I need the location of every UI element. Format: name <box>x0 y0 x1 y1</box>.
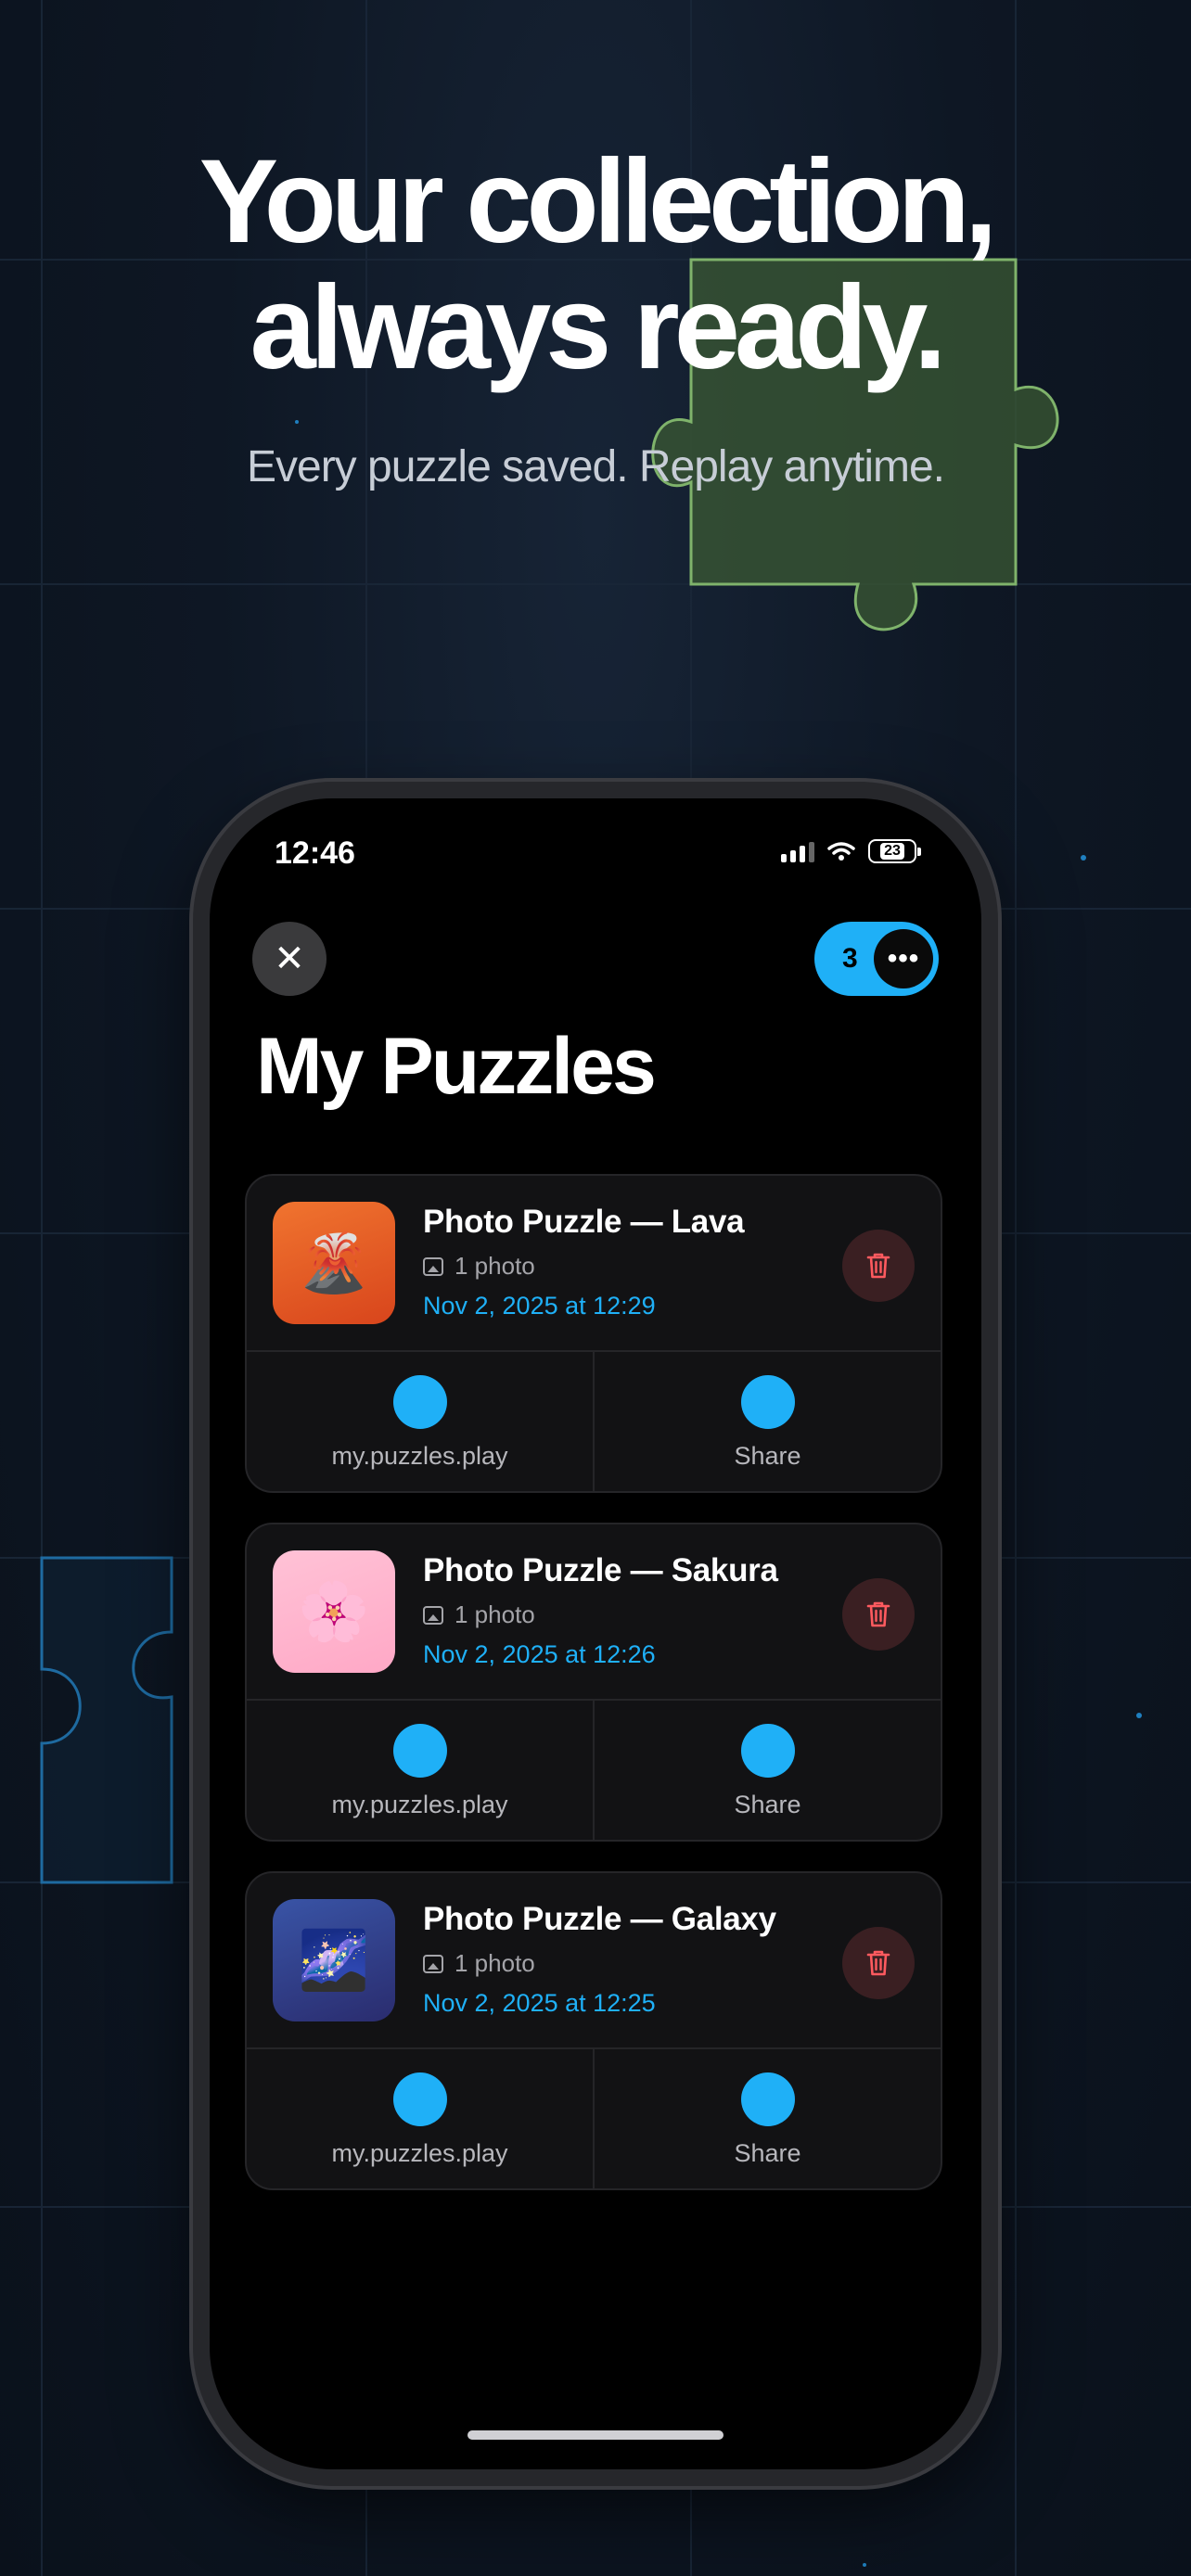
puzzle-actions: my.puzzles.play Share <box>247 1701 941 1840</box>
puzzle-title: Photo Puzzle — Lava <box>423 1204 745 1240</box>
trash-icon <box>866 1601 890 1627</box>
photo-icon <box>423 1256 443 1276</box>
puzzle-thumbnail: 🌋 <box>273 1202 395 1324</box>
puzzle-meta: 1 photo <box>423 1600 778 1629</box>
delete-button[interactable] <box>842 1578 915 1651</box>
puzzle-card-lava: 🌋 Photo Puzzle — Lava 1 photo Nov 2, 202… <box>245 1174 942 1493</box>
share-button[interactable]: Share <box>593 1352 941 1491</box>
galaxy-icon: 🌌 <box>298 1928 370 1993</box>
photo-count: 1 photo <box>455 1600 535 1628</box>
phone-screen: 12:46 23 ✕ 3 ••• My Puzzles 🌋 Photo Puzz… <box>210 798 981 2469</box>
puzzle-info: Photo Puzzle — Galaxy 1 photo Nov 2, 202… <box>423 1901 776 2018</box>
play-label: my.puzzles.play <box>331 1790 508 1818</box>
play-button[interactable]: my.puzzles.play <box>247 2049 593 2188</box>
blue-puzzle-piece <box>40 1556 173 1884</box>
photo-count: 1 photo <box>455 1252 535 1280</box>
hero-headline: Your collection, always ready. <box>0 139 1191 391</box>
photo-icon <box>423 1954 443 1973</box>
delete-button[interactable] <box>842 1927 915 1999</box>
puzzle-card-galaxy: 🌌 Photo Puzzle — Galaxy 1 photo Nov 2, 2… <box>245 1871 942 2190</box>
volcano-icon: 🌋 <box>298 1231 370 1295</box>
puzzle-count: 3 <box>842 943 858 974</box>
close-button[interactable]: ✕ <box>252 922 327 996</box>
hero-headline-line2: always ready. <box>250 261 946 394</box>
puzzle-info: Photo Puzzle — Lava 1 photo Nov 2, 2025 … <box>423 1204 745 1320</box>
photo-count: 1 photo <box>455 1949 535 1977</box>
phone-frame: 12:46 23 ✕ 3 ••• My Puzzles 🌋 Photo Puzz… <box>193 782 998 2486</box>
share-icon <box>740 1723 795 1778</box>
puzzle-date: Nov 2, 2025 at 12:25 <box>423 1989 656 2017</box>
puzzle-actions: my.puzzles.play Share <box>247 1352 941 1491</box>
hero-subtitle: Every puzzle saved. Replay anytime. <box>246 442 945 491</box>
puzzle-meta: 1 photo <box>423 1949 776 1978</box>
hero-section: Your collection, always ready. Every puz… <box>0 139 1191 492</box>
puzzle-date: Nov 2, 2025 at 12:26 <box>423 1640 656 1668</box>
trash-icon <box>866 1950 890 1976</box>
share-button[interactable]: Share <box>593 1701 941 1840</box>
puzzle-date: Nov 2, 2025 at 12:29 <box>423 1292 656 1320</box>
puzzle-meta: 1 photo <box>423 1252 744 1281</box>
play-label: my.puzzles.play <box>331 1441 508 1470</box>
more-options-button[interactable]: ••• <box>874 929 933 988</box>
battery-level: 23 <box>880 843 904 860</box>
puzzle-thumbnail: 🌌 <box>273 1899 395 2021</box>
status-time: 12:46 <box>275 835 355 871</box>
share-button[interactable]: Share <box>593 2049 941 2188</box>
play-label: my.puzzles.play <box>331 2138 508 2167</box>
play-button[interactable]: my.puzzles.play <box>247 1701 593 1840</box>
close-icon: ✕ <box>274 937 305 980</box>
status-icons: 23 <box>781 839 921 863</box>
puzzle-thumbnail: 🌸 <box>273 1550 395 1673</box>
puzzle-card-header[interactable]: 🌋 Photo Puzzle — Lava 1 photo Nov 2, 202… <box>247 1176 941 1352</box>
play-icon <box>392 1723 447 1778</box>
hero-headline-line1: Your collection, <box>198 135 998 268</box>
share-label: Share <box>734 2138 801 2167</box>
cherry-blossom-icon: 🌸 <box>298 1579 370 1644</box>
photo-icon <box>423 1605 443 1625</box>
status-bar: 12:46 23 <box>210 798 981 900</box>
puzzle-title: Photo Puzzle — Sakura <box>423 1552 778 1588</box>
battery-icon: 23 <box>868 839 921 863</box>
home-indicator[interactable] <box>467 2430 724 2440</box>
share-icon <box>740 1374 795 1429</box>
share-label: Share <box>734 1790 801 1818</box>
play-button[interactable]: my.puzzles.play <box>247 1352 593 1491</box>
play-icon <box>392 2072 447 2126</box>
ellipsis-icon: ••• <box>887 943 920 974</box>
wifi-icon <box>827 842 855 861</box>
trash-icon <box>866 1253 890 1279</box>
puzzle-card-header[interactable]: 🌌 Photo Puzzle — Galaxy 1 photo Nov 2, 2… <box>247 1873 941 2049</box>
puzzle-actions: my.puzzles.play Share <box>247 2049 941 2188</box>
play-icon <box>392 1374 447 1429</box>
signal-icon <box>781 840 814 862</box>
puzzle-card-sakura: 🌸 Photo Puzzle — Sakura 1 photo Nov 2, 2… <box>245 1523 942 1842</box>
puzzle-title: Photo Puzzle — Galaxy <box>423 1901 776 1937</box>
share-label: Share <box>734 1441 801 1470</box>
puzzle-list: 🌋 Photo Puzzle — Lava 1 photo Nov 2, 202… <box>245 1174 942 2220</box>
puzzle-count-pill[interactable]: 3 ••• <box>814 922 939 996</box>
page-title: My Puzzles <box>256 1022 657 1111</box>
puzzle-card-header[interactable]: 🌸 Photo Puzzle — Sakura 1 photo Nov 2, 2… <box>247 1524 941 1701</box>
delete-button[interactable] <box>842 1230 915 1302</box>
share-icon <box>740 2072 795 2126</box>
puzzle-info: Photo Puzzle — Sakura 1 photo Nov 2, 202… <box>423 1552 778 1669</box>
